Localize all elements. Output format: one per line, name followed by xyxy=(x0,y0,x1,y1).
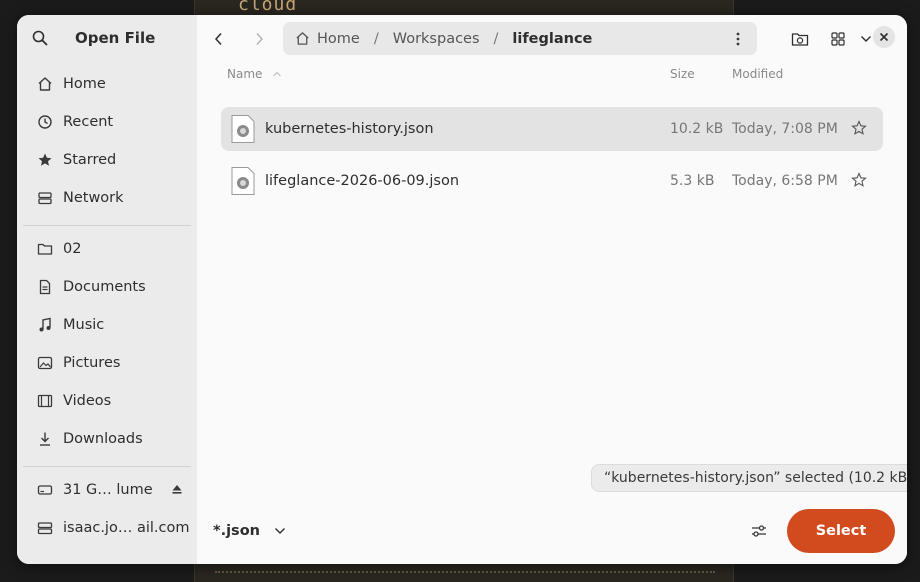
folder-icon xyxy=(35,241,55,257)
background-decoration xyxy=(215,571,715,577)
sidebar-item-label: Documents xyxy=(63,279,146,295)
more-vertical-icon xyxy=(736,32,740,46)
sidebar-item-label: Videos xyxy=(63,393,112,409)
file-modified: Today, 6:58 PM xyxy=(732,173,838,189)
json-file-icon xyxy=(230,166,256,200)
sidebar-item-label: 02 xyxy=(63,241,82,257)
column-header-modified[interactable]: Modified xyxy=(732,67,783,81)
search-icon xyxy=(32,30,48,46)
chevron-left-icon xyxy=(214,32,222,46)
options-button[interactable] xyxy=(748,520,770,542)
forward-button[interactable] xyxy=(247,27,271,51)
file-row[interactable]: lifeglance-2026-06-09.json 5.3 kB Today,… xyxy=(221,159,883,203)
sidebar-item-label: Downloads xyxy=(63,431,143,447)
breadcrumb-label: Home xyxy=(317,30,360,47)
recent-icon xyxy=(35,114,55,130)
json-file-icon xyxy=(230,114,256,148)
breadcrumb-home[interactable]: Home xyxy=(283,31,366,47)
sidebar-item-home[interactable]: Home xyxy=(25,66,191,102)
pictures-icon xyxy=(35,355,55,371)
file-row[interactable]: kubernetes-history.json 10.2 kB Today, 7… xyxy=(221,107,883,151)
sidebar-header: Open File xyxy=(17,15,197,61)
sidebar-item-label: Recent xyxy=(63,114,114,130)
dialog-title: Open File xyxy=(75,29,156,47)
sidebar-divider xyxy=(23,466,191,467)
back-button[interactable] xyxy=(207,27,231,51)
sidebar-item-02[interactable]: 02 xyxy=(25,231,191,267)
sidebar-item-starred[interactable]: Starred xyxy=(25,142,191,178)
sidebar-item-videos[interactable]: Videos xyxy=(25,383,191,419)
breadcrumb-label: Workspaces xyxy=(392,30,480,47)
sidebar-item-label: Network xyxy=(63,190,124,206)
sidebar-item-network[interactable]: Network xyxy=(25,180,191,216)
home-icon xyxy=(35,76,55,92)
open-file-dialog: Open File Home Recent Starred Network 02… xyxy=(17,15,907,564)
sidebar-item-volume[interactable]: 31 G… lume xyxy=(25,472,191,508)
breadcrumb-separator: / xyxy=(373,30,379,47)
star-toggle-icon[interactable] xyxy=(851,172,867,192)
file-size: 5.3 kB xyxy=(670,173,715,189)
path-menu-button[interactable] xyxy=(729,29,747,49)
star-icon xyxy=(35,152,55,168)
breadcrumb-label: lifeglance xyxy=(512,30,593,47)
sidebar-item-music[interactable]: Music xyxy=(25,307,191,343)
file-pane: Home / Workspaces / lifeglance Name Size… xyxy=(197,15,907,564)
breadcrumb-lifeglance[interactable]: lifeglance xyxy=(506,31,598,47)
breadcrumb-workspaces[interactable]: Workspaces xyxy=(387,31,486,47)
sidebar-item-label: 31 G… lume xyxy=(63,482,153,498)
chevron-down-icon xyxy=(861,36,871,42)
chevron-right-icon xyxy=(256,32,264,46)
sidebar-item-label: Pictures xyxy=(63,355,121,371)
grid-view-icon xyxy=(831,32,845,46)
select-button[interactable]: Select xyxy=(787,509,895,553)
music-icon xyxy=(35,317,55,333)
sidebar-item-documents[interactable]: Documents xyxy=(25,269,191,305)
background-text: cloud xyxy=(238,0,298,15)
selection-status: “kubernetes-history.json” selected (10.2… xyxy=(591,464,907,492)
sidebar-item-recent[interactable]: Recent xyxy=(25,104,191,140)
star-toggle-icon[interactable] xyxy=(851,120,867,140)
column-label: Name xyxy=(227,67,263,81)
sort-ascending-icon xyxy=(273,71,282,77)
close-button[interactable] xyxy=(873,26,895,48)
sidebar-item-label: isaac.jo… ail.com xyxy=(63,520,190,536)
videos-icon xyxy=(35,393,55,409)
column-header-name[interactable]: Name xyxy=(227,67,282,81)
path-bar: Home / Workspaces / lifeglance xyxy=(283,22,757,55)
sidebar-item-downloads[interactable]: Downloads xyxy=(25,421,191,457)
filter-label: *.json xyxy=(213,523,260,539)
downloads-icon xyxy=(35,431,55,447)
drive-icon xyxy=(35,520,55,536)
sidebar-item-pictures[interactable]: Pictures xyxy=(25,345,191,381)
file-size: 10.2 kB xyxy=(670,121,724,137)
search-button[interactable] xyxy=(29,27,51,49)
view-toggle-button[interactable] xyxy=(825,26,851,52)
sidebar-item-account[interactable]: isaac.jo… ail.com xyxy=(25,510,191,546)
network-icon xyxy=(35,190,55,206)
document-icon xyxy=(35,279,55,295)
new-folder-icon xyxy=(791,33,809,46)
sidebar-item-label: Starred xyxy=(63,152,117,168)
file-name: kubernetes-history.json xyxy=(265,121,434,137)
column-header-size[interactable]: Size xyxy=(670,67,695,81)
close-icon xyxy=(879,32,889,42)
settings-sliders-icon xyxy=(752,525,766,537)
file-modified: Today, 7:08 PM xyxy=(732,121,838,137)
sidebar-item-label: Home xyxy=(63,76,106,92)
sidebar-item-label: Music xyxy=(63,317,105,333)
eject-icon[interactable] xyxy=(171,483,183,499)
file-name: lifeglance-2026-06-09.json xyxy=(265,173,460,189)
sidebar-divider xyxy=(23,225,191,226)
home-icon xyxy=(296,32,309,45)
sidebar: Open File Home Recent Starred Network 02… xyxy=(17,15,197,564)
drive-icon xyxy=(35,482,55,498)
file-type-filter[interactable]: *.json xyxy=(213,519,286,543)
new-folder-button[interactable] xyxy=(787,26,813,52)
chevron-down-icon xyxy=(274,528,285,534)
breadcrumb-separator: / xyxy=(493,30,499,47)
